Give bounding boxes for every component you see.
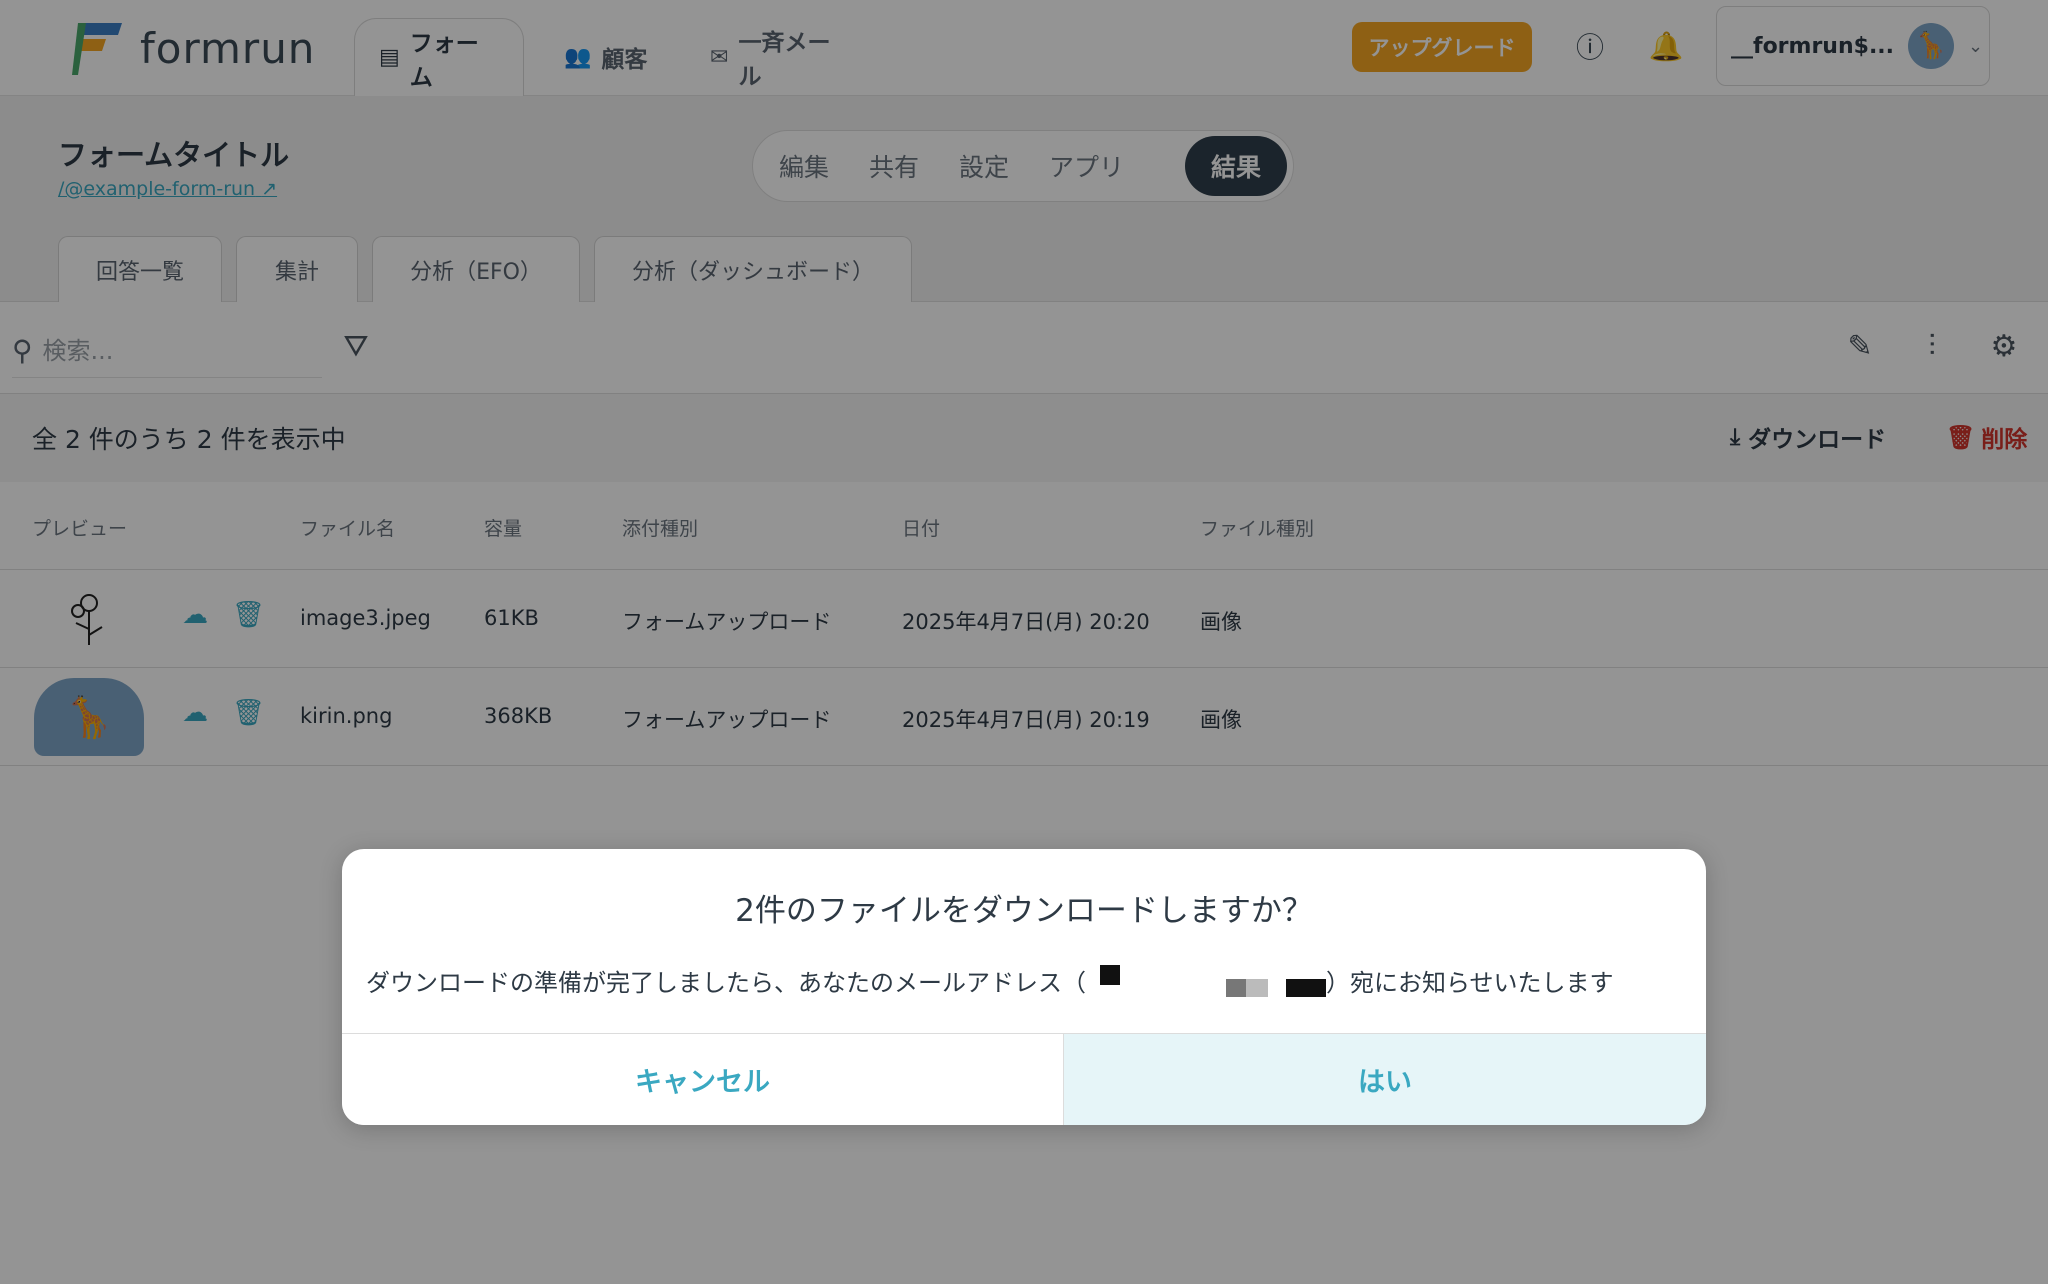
dialog-message-prefix: ダウンロードの準備が完了しましたら、あなたのメールアドレス（: [366, 969, 1086, 997]
dialog-title: 2件のファイルをダウンロードしますか？: [735, 893, 1313, 929]
confirm-button[interactable]: はい: [1064, 1034, 1706, 1125]
redacted-email-block: [1286, 978, 1326, 997]
cancel-button[interactable]: キャンセル: [342, 1034, 1064, 1125]
download-confirm-dialog: 2件のファイルをダウンロードしますか？ ダウンロードの準備が完了しましたら、あな…: [342, 849, 1706, 1125]
redacted-email-block: [1246, 978, 1268, 997]
redacted-email-block: [1226, 978, 1246, 997]
dialog-message-suffix: ）宛にお知らせいたします: [1326, 969, 1614, 997]
dialog-message: ダウンロードの準備が完了しましたら、あなたのメールアドレス（ ）宛にお知らせいた…: [366, 963, 1686, 998]
redacted-email-block: [1100, 964, 1120, 985]
dialog-actions: キャンセル はい: [342, 1033, 1706, 1125]
